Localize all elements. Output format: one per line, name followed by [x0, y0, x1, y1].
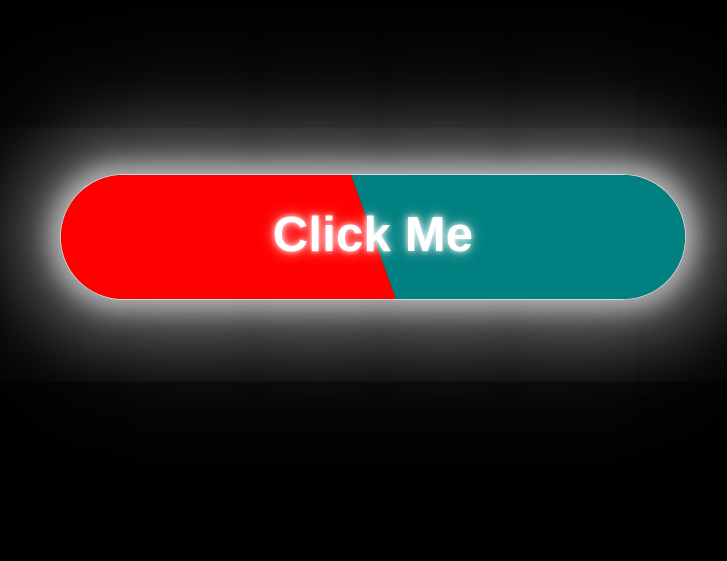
- button-label: Click Me: [272, 208, 474, 262]
- page-background: Click Me: [0, 0, 727, 561]
- click-me-button[interactable]: Click Me: [60, 174, 686, 300]
